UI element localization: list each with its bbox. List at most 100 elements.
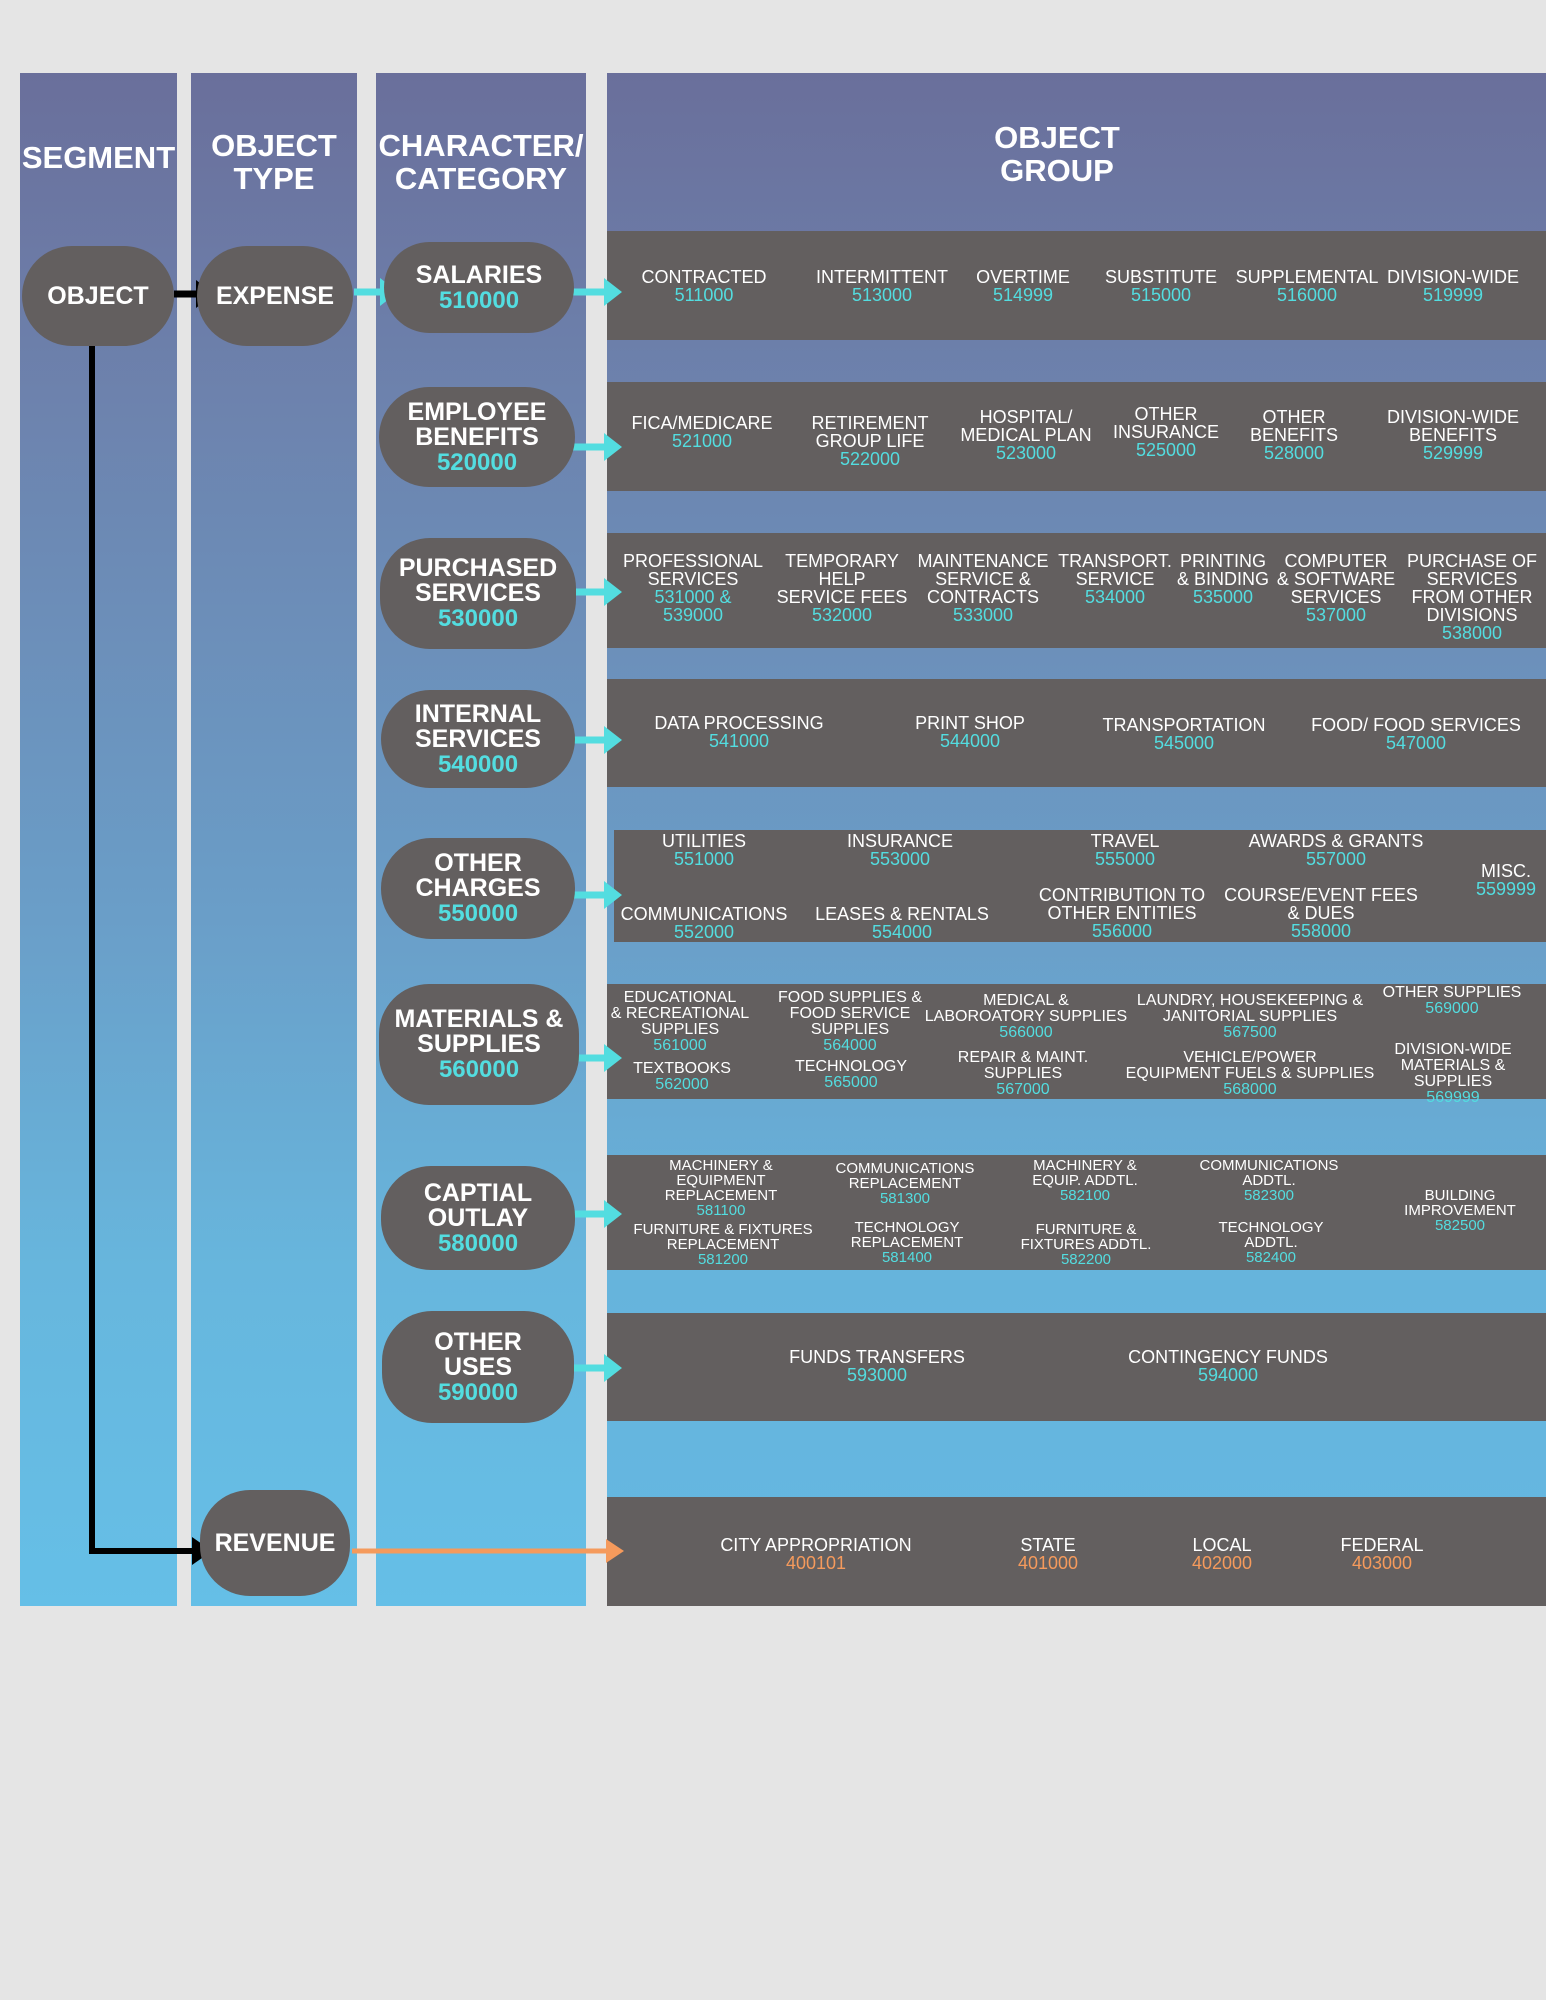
object-group-label: SERVICES <box>647 569 739 589</box>
object-group-code: 535000 <box>1192 587 1254 607</box>
object-group-label: COMMUNICATIONS <box>1199 1157 1339 1174</box>
object-group-item: COMMUNICATIONS ADDTL. 582300 <box>1200 1158 1339 1203</box>
object-group-label: TRANSPORT. <box>1058 551 1172 571</box>
object-group-label: DIVISION-WIDE <box>1394 1041 1512 1058</box>
object-group-code: 555000 <box>1094 849 1156 869</box>
category-name: SUPPLIES <box>417 1030 541 1058</box>
category-node: CAPTIAL OUTLAY 580000 <box>381 1166 575 1270</box>
object-group-label: BENEFITS <box>1408 425 1498 445</box>
category-node: SALARIES 510000 <box>384 242 574 333</box>
object-group-code: 523000 <box>995 443 1057 463</box>
object-group-item: TRANSPORTATION 545000 <box>1102 716 1265 752</box>
object-group-label: COMPUTER <box>1284 551 1388 571</box>
object-group-label: COURSE/EVENT FEES <box>1224 885 1418 905</box>
category-arrow <box>572 1200 622 1228</box>
object-group-label: OTHER <box>1134 404 1198 424</box>
category-name: CHARGES <box>415 874 541 902</box>
object-group-code: 544000 <box>939 731 1001 751</box>
object-group-label: SERVICE <box>1075 569 1155 589</box>
object-group-label: FURNITURE & FIXTURES <box>633 1221 813 1238</box>
object-group-code: 538000 <box>1441 623 1503 643</box>
category-node: INTERNAL SERVICES 540000 <box>381 690 575 788</box>
object-group-label: & SOFTWARE <box>1276 569 1396 589</box>
object-group-label: FEDERAL <box>1340 1535 1424 1555</box>
object-group-item: DIVISION-WIDE BENEFITS 529999 <box>1387 408 1519 462</box>
object-group-label: CONTRACTS <box>926 587 1039 607</box>
category-node: OTHER CHARGES 550000 <box>381 838 575 939</box>
object-group-label: FROM OTHER <box>1411 587 1533 607</box>
object-group-item: COURSE/EVENT FEES & DUES 558000 <box>1224 886 1418 940</box>
object-group-label: AWARDS & GRANTS <box>1248 831 1424 851</box>
object-group-code: 547000 <box>1385 733 1447 753</box>
object-group-label: INSURANCE <box>1112 422 1220 442</box>
category-node: EMPLOYEE BENEFITS 520000 <box>379 387 575 487</box>
object-group-item: HOSPITAL/MEDICAL PLAN 523000 <box>960 408 1091 462</box>
object-group-label: MISC. <box>1480 861 1532 881</box>
object-group-label: STATE <box>1020 1535 1076 1555</box>
object-group-label: OVERTIME <box>976 267 1070 287</box>
category-name: SERVICES <box>415 579 541 607</box>
object-group-code: 561000 <box>653 1037 707 1054</box>
category-code: 520000 <box>436 448 518 476</box>
object-group-code: 582400 <box>1245 1249 1297 1266</box>
object-group-item: PROFESSIONAL SERVICES 531000 & 539000 <box>623 552 763 624</box>
object-group-label: FICA/MEDICARE <box>631 413 773 433</box>
category-code: 590000 <box>437 1378 519 1406</box>
category-arrow <box>572 278 622 306</box>
object-group-label: ADDTL. <box>1242 1172 1296 1189</box>
object-group-code: 537000 <box>1305 605 1367 625</box>
category-to-group-arrows <box>572 278 622 1382</box>
object-group-label: & DUES <box>1287 903 1355 923</box>
object-group-label: ADDTL. <box>1244 1234 1298 1251</box>
object-group-item: FURNITURE & FIXTURES REPLACEMENT 581200 <box>633 1222 812 1267</box>
object-group-item: STATE 401000 <box>1018 1536 1078 1572</box>
object-group-item: MEDICAL & LABOROATORY SUPPLIES 566000 <box>925 993 1127 1041</box>
object-group-label: FOOD/ FOOD SERVICES <box>1311 715 1521 735</box>
object-group-label: RETIREMENT <box>811 413 929 433</box>
category-name: SALARIES <box>415 260 543 289</box>
object-type-expense-label: EXPENSE <box>215 281 335 310</box>
object-group-item: PURCHASE OF SERVICES FROM OTHER DIVISIONS 53… <box>1407 552 1537 642</box>
category-name: OUTLAY <box>427 1203 529 1232</box>
object-group-code: 559999 <box>1475 879 1537 899</box>
object-group-code: 582100 <box>1059 1187 1111 1204</box>
object-group-label: BENEFITS <box>1249 425 1339 445</box>
object-group-item: OTHER SUPPLIES 569000 <box>1383 985 1522 1017</box>
object-group-item: TRANSPORT. SERVICE 534000 <box>1058 552 1172 606</box>
object-group-code: 532000 <box>811 605 873 625</box>
object-group-label: COMMUNICATIONS <box>835 1160 975 1177</box>
object-group-label: PURCHASE OF <box>1406 551 1538 571</box>
object-group-label: IMPROVEMENT <box>1404 1202 1516 1219</box>
object-group-item: FURNITURE & FIXTURES ADDTL. 582200 <box>1021 1222 1152 1267</box>
object-type-node-revenue: REVENUE <box>200 1490 350 1596</box>
object-group-code: 539000 <box>662 605 724 625</box>
category-name: SERVICES <box>415 724 541 753</box>
object-group-label: SUBSTITUTE <box>1104 267 1218 287</box>
object-group-label: SERVICE FEES <box>776 587 908 607</box>
object-group-item: DIVISION-WIDE 519999 <box>1387 268 1519 304</box>
object-group-label: VEHICLE/POWER <box>1183 1049 1317 1066</box>
object-group-code: 569000 <box>1425 1000 1479 1017</box>
object-group-code: 581200 <box>697 1251 749 1268</box>
object-group-label: REPLACEMENT <box>848 1175 962 1192</box>
object-group-item: LEASES & RENTALS 554000 <box>815 905 989 941</box>
object-group-code: 566000 <box>999 1024 1053 1041</box>
category-code: 530000 <box>437 605 519 632</box>
object-group-item: DIVISION-WIDE MATERIALS & SUPPLIES 569999 <box>1394 1042 1511 1106</box>
object-group-code: 582500 <box>1434 1217 1486 1234</box>
category-arrow <box>572 578 622 606</box>
object-group-label: TECHNOLOGY <box>854 1219 960 1236</box>
object-group-item: CONTINGENCY FUNDS 594000 <box>1128 1348 1328 1384</box>
object-group-code: 402000 <box>1191 1553 1253 1573</box>
object-group-item: COMPUTER & SOFTWARE SERVICES 537000 <box>1277 552 1395 624</box>
object-type-node-expense: EXPENSE <box>197 246 353 346</box>
object-group-item: OVERTIME 514999 <box>976 268 1070 304</box>
object-group-label: REPLACEMENT <box>850 1234 964 1251</box>
object-group-item: TECHNOLOGY ADDTL. 582400 <box>1218 1220 1323 1265</box>
object-group-label: TEMPORARY <box>785 551 899 571</box>
object-group-item: INTERMITTENT 513000 <box>816 268 948 304</box>
object-group-label: BUILDING <box>1424 1187 1496 1204</box>
object-group-item: DATA PROCESSING 541000 <box>654 714 823 750</box>
object-group-label: CONTINGENCY FUNDS <box>1128 1347 1328 1367</box>
object-group-code: 525000 <box>1135 440 1197 460</box>
